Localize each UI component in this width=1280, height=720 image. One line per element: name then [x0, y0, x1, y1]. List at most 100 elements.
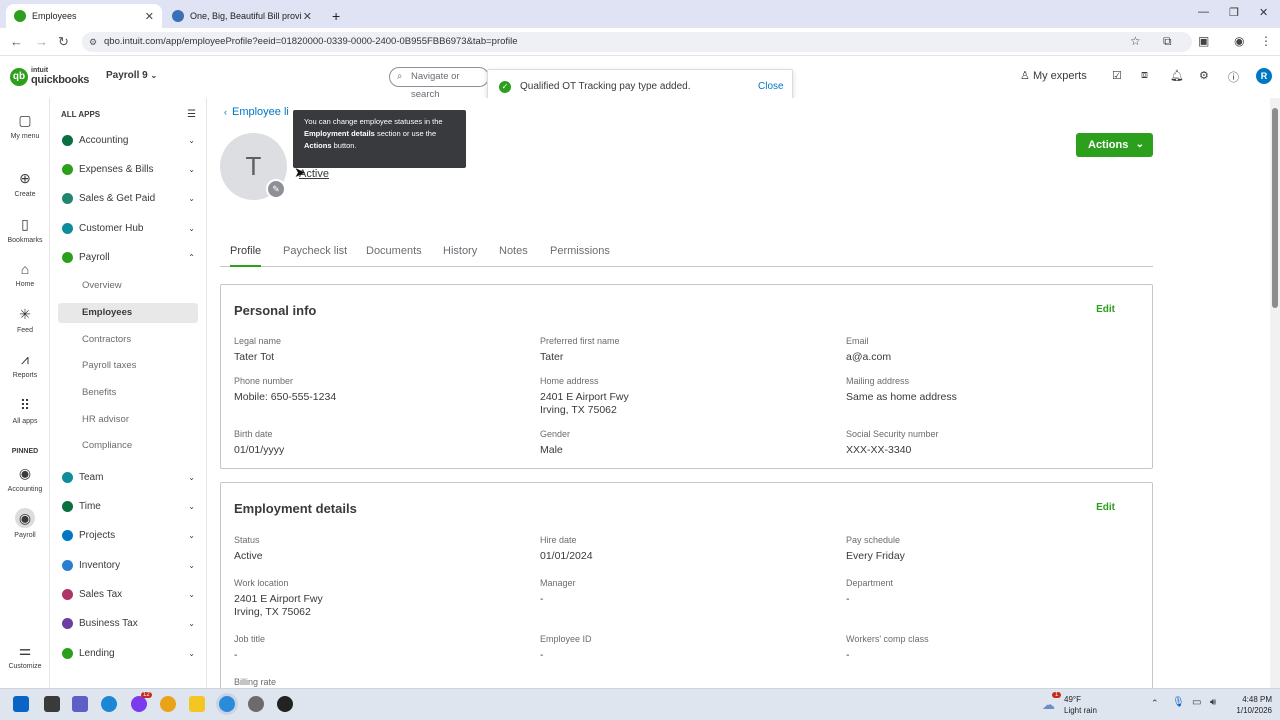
- sidebar-sub-compliance[interactable]: Compliance: [82, 436, 196, 456]
- sidebar-item-business-tax[interactable]: Business Tax ⌄: [60, 614, 200, 634]
- chevron-down-icon: ⌄: [188, 165, 195, 174]
- sidebar-sub-hr-advisor[interactable]: HR advisor: [82, 410, 196, 430]
- field-value: Tater: [540, 351, 564, 363]
- cast-icon[interactable]: ▣: [1198, 34, 1209, 48]
- file-explorer-icon[interactable]: [189, 696, 205, 712]
- rail-accounting[interactable]: ◉ Accounting: [0, 465, 50, 493]
- sidebar-item-team[interactable]: Team ⌄: [60, 468, 200, 488]
- tooltip-text: section or use the: [374, 129, 437, 138]
- notifications-bell-icon[interactable]: 🔔︎: [1170, 69, 1184, 82]
- back-to-employee-list-link[interactable]: ‹ Employee li: [224, 106, 289, 118]
- site-info-icon[interactable]: ⚙: [89, 32, 97, 52]
- tab-history[interactable]: History: [443, 245, 477, 267]
- profile-icon[interactable]: ◉: [1234, 34, 1244, 48]
- tab-permissions[interactable]: Permissions: [550, 245, 610, 267]
- minimize-icon[interactable]: —: [1198, 6, 1209, 18]
- field-value: -: [846, 649, 850, 661]
- windows-start-icon[interactable]: [13, 696, 29, 712]
- rail-customize[interactable]: ⚌ Customize: [0, 642, 50, 670]
- close-tab-icon[interactable]: ✕: [303, 10, 312, 23]
- extensions-icon[interactable]: ⧉: [1163, 34, 1172, 49]
- tab-paycheck-list[interactable]: Paycheck list: [283, 245, 347, 267]
- bookmark-star-icon[interactable]: ☆: [1130, 34, 1141, 48]
- rail-feed[interactable]: ✳ Feed: [0, 306, 50, 334]
- company-switcher[interactable]: Payroll 9 ⌄: [106, 70, 157, 81]
- edit-personal-info-button[interactable]: Edit: [1096, 304, 1115, 315]
- back-arrow-icon[interactable]: ←: [10, 34, 23, 49]
- weather-widget[interactable]: 49°F Light rain: [1064, 694, 1097, 716]
- sidebar-item-expenses[interactable]: Expenses & Bills ⌄: [60, 160, 200, 180]
- sidebar-item-customer-hub[interactable]: Customer Hub ⌄: [60, 219, 200, 239]
- volume-icon[interactable]: 🔊︎: [1210, 697, 1216, 708]
- sidebar-sub-contractors[interactable]: Contractors: [82, 330, 196, 350]
- windows-taskbar: 12 ☁ 1 49°F Light rain ⌃ 🎙︎ ▭ 🔊︎ 4:48 PM…: [0, 688, 1280, 720]
- reload-icon[interactable]: ↻: [58, 34, 69, 50]
- my-experts-button[interactable]: ♙ My experts: [1020, 69, 1087, 82]
- system-clock[interactable]: 4:48 PM 1/10/2026: [1228, 694, 1272, 716]
- page-scrollbar[interactable]: [1270, 98, 1280, 688]
- rail-home[interactable]: ⌂ Home: [0, 261, 50, 288]
- microphone-icon[interactable]: 🎙︎: [1172, 697, 1185, 708]
- sidebar-item-accounting[interactable]: Accounting ⌄: [60, 131, 200, 151]
- browser-tab-bill[interactable]: One, Big, Beautiful Bill provisio ✕: [164, 4, 320, 28]
- sidebar-item-inventory[interactable]: Inventory ⌄: [60, 556, 200, 576]
- sidebar-item-projects[interactable]: Projects ⌄: [60, 526, 200, 546]
- main-content: ‹ Employee li T ✎ Active You can change …: [207, 98, 1270, 688]
- new-tab-button[interactable]: +: [324, 4, 346, 28]
- edit-employment-button[interactable]: Edit: [1096, 502, 1115, 513]
- tasks-icon[interactable]: ☑: [1112, 69, 1122, 82]
- rail-all-apps[interactable]: ⠿ All apps: [0, 397, 50, 425]
- browser-menu-icon[interactable]: ⋮: [1260, 34, 1272, 48]
- weather-icon[interactable]: ☁: [1042, 697, 1055, 713]
- sidebar-sub-employees[interactable]: Employees: [58, 303, 198, 323]
- field-label: Mailing address: [846, 376, 910, 386]
- tooltip-bold-text: Actions: [304, 141, 332, 150]
- chrome-active-icon[interactable]: [219, 696, 235, 712]
- sidebar-item-lending[interactable]: Lending ⌄: [60, 644, 200, 664]
- sidebar-item-sales-tax[interactable]: Sales Tax ⌄: [60, 585, 200, 605]
- search-input[interactable]: ⌕ Navigate or search: [389, 67, 489, 100]
- collapse-sidebar-icon[interactable]: ☰: [187, 109, 196, 120]
- sidebar-item-time[interactable]: Time ⌄: [60, 497, 200, 517]
- sidebar-item-payroll[interactable]: Payroll ⌃: [60, 248, 200, 268]
- tab-documents[interactable]: Documents: [366, 245, 422, 267]
- network-icon[interactable]: ▭: [1192, 697, 1201, 708]
- rail-bookmarks[interactable]: ▯ Bookmarks: [0, 216, 50, 244]
- settings-gear-icon[interactable]: ⚙: [1199, 69, 1209, 82]
- url-field[interactable]: ⚙ qbo.intuit.com/app/employeeProfile?eei…: [82, 32, 1192, 52]
- browser-tab-bar: Employees ✕ One, Big, Beautiful Bill pro…: [0, 0, 1280, 28]
- rail-reports[interactable]: ⩘ Reports: [0, 351, 50, 379]
- team-app-icon: [62, 472, 73, 483]
- chat-app-icon[interactable]: [131, 696, 147, 712]
- tab-profile[interactable]: Profile: [230, 245, 262, 267]
- sidebar-item-sales[interactable]: Sales & Get Paid ⌄: [60, 189, 200, 209]
- actions-button[interactable]: Actions ⌄: [1076, 133, 1153, 157]
- sidebar-sub-benefits[interactable]: Benefits: [82, 383, 196, 403]
- tab-notes[interactable]: Notes: [499, 245, 528, 267]
- help-icon[interactable]: ⓘ: [1228, 69, 1239, 85]
- rail-label: Reports: [12, 372, 38, 379]
- sidebar-sub-payroll-taxes[interactable]: Payroll taxes: [82, 356, 196, 376]
- scroll-thumb[interactable]: [1272, 108, 1278, 308]
- edge-browser-icon[interactable]: [101, 696, 117, 712]
- settings-app-icon[interactable]: [248, 696, 264, 712]
- rail-my-menu[interactable]: ▢ My menu: [0, 112, 50, 140]
- rail-payroll[interactable]: ◉ Payroll: [0, 508, 50, 539]
- close-window-icon[interactable]: ✕: [1259, 6, 1268, 19]
- chrome-icon[interactable]: [160, 696, 176, 712]
- teams-icon[interactable]: [72, 696, 88, 712]
- sidebar-sub-overview[interactable]: Overview: [82, 276, 196, 296]
- edit-photo-pencil-icon[interactable]: ✎: [266, 179, 286, 199]
- browser-tab-employees[interactable]: Employees ✕: [6, 4, 162, 28]
- maximize-icon[interactable]: ❐: [1229, 6, 1239, 19]
- rail-create[interactable]: ⊕ Create: [0, 170, 50, 198]
- close-tab-icon[interactable]: ✕: [145, 10, 154, 23]
- task-view-icon[interactable]: [44, 696, 60, 712]
- user-avatar[interactable]: R: [1256, 68, 1272, 84]
- apps-icon[interactable]: ⧈: [1141, 69, 1148, 82]
- forward-arrow-icon[interactable]: →: [35, 34, 48, 49]
- tray-chevron-up-icon[interactable]: ⌃: [1151, 698, 1159, 709]
- toast-close-button[interactable]: Close: [758, 81, 784, 92]
- weather-badge: 1: [1052, 692, 1062, 698]
- media-player-icon[interactable]: [277, 696, 293, 712]
